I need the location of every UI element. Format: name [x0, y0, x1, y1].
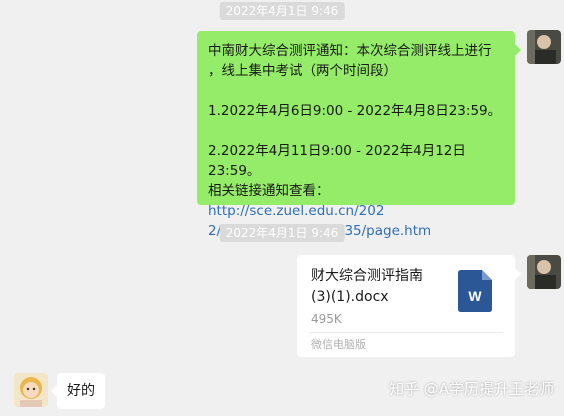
avatar-image	[527, 255, 561, 289]
message-text: 相关链接通知查看：	[208, 183, 330, 199]
timestamp: 2022年4月1日 9:46	[219, 2, 345, 20]
sender-avatar[interactable]	[527, 30, 561, 64]
sender-avatar[interactable]	[527, 255, 561, 289]
avatar-image	[527, 30, 561, 64]
file-source: 微信电脑版	[311, 338, 366, 351]
avatar-image	[14, 373, 48, 407]
file-name-line: 财大综合测评指南	[311, 268, 423, 284]
receiver-avatar[interactable]	[14, 373, 48, 407]
file-name: 财大综合测评指南 (3)(1).docx	[311, 266, 451, 308]
message-line: 相关链接通知查看： http://sce.zuel.edu.cn/202	[208, 181, 505, 221]
word-document-icon: W	[458, 270, 492, 312]
message-line: ，线上集中考试（两个时间段）	[208, 63, 397, 79]
file-name-line: (3)(1).docx	[311, 289, 389, 305]
sent-message-bubble[interactable]: 中南财大综合测评通知：本次综合测评线上进行 ，线上集中考试（两个时间段） 1.2…	[197, 31, 521, 239]
file-message-card[interactable]: 财大综合测评指南 (3)(1).docx W 495K 微信电脑版	[297, 255, 521, 357]
message-line: 2.2022年4月11日9:00 - 2022年4月12日23:59。	[208, 143, 466, 179]
divider	[309, 332, 503, 333]
message-line: 1.2022年4月6日9:00 - 2022年4月8日23:59。	[208, 103, 502, 119]
watermark: 知乎 @A学历提升王老师	[388, 380, 554, 398]
notice-link[interactable]: http://sce.zuel.edu.cn/202	[208, 203, 384, 219]
word-icon-letter: W	[468, 288, 482, 304]
file-size: 495K	[311, 312, 342, 326]
timestamp: 2022年4月1日 9:46	[219, 224, 345, 242]
message-line: 中南财大综合测评通知：本次综合测评线上进行	[208, 43, 492, 59]
received-message-bubble[interactable]: 好的	[51, 373, 105, 409]
